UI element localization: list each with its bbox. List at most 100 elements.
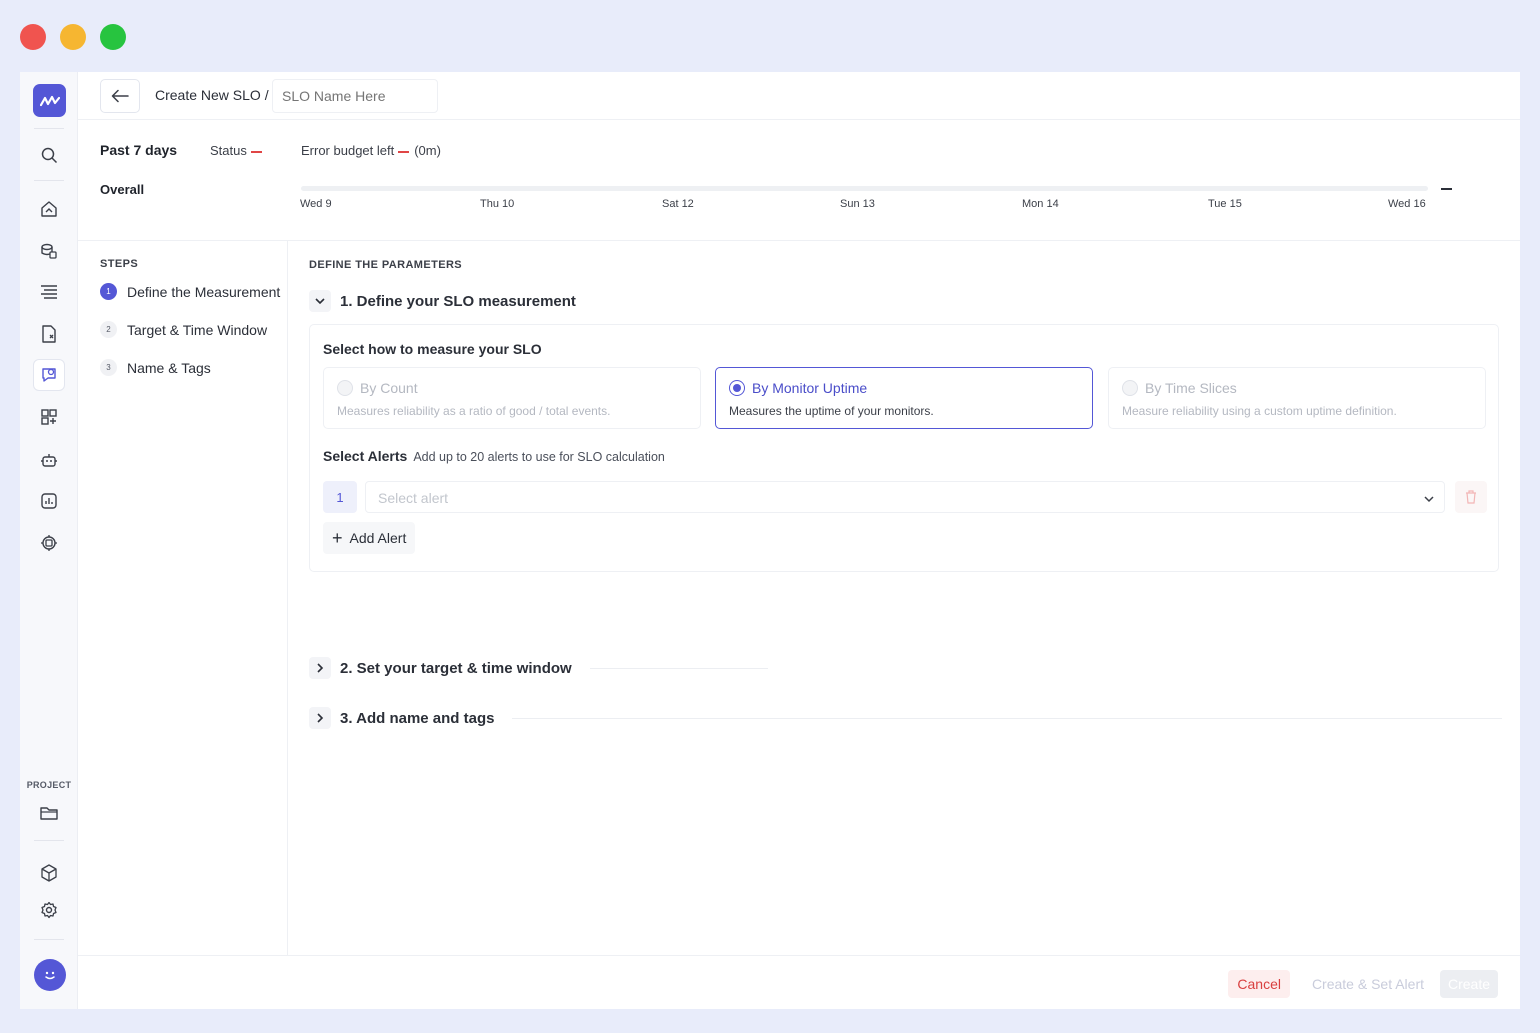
section-label: 1. Define your SLO measurement	[340, 292, 576, 310]
close-window-button[interactable]	[20, 24, 46, 50]
step-number: 2	[100, 321, 117, 338]
step-label: Target & Time Window	[127, 321, 268, 338]
timeline-tick: Wed 9	[300, 198, 332, 210]
status-dash	[250, 150, 262, 153]
option-by-monitor-uptime[interactable]: By Monitor Uptime Measures the uptime of…	[715, 367, 1093, 429]
list-icon[interactable]	[33, 276, 65, 308]
alert-select[interactable]: Select alert	[365, 481, 1445, 513]
slo-icon[interactable]	[33, 359, 65, 391]
section-header-measurement[interactable]: 1. Define your SLO measurement	[309, 290, 1499, 312]
back-button[interactable]	[100, 79, 140, 113]
dashboard-add-icon[interactable]	[33, 401, 65, 433]
icon-sidebar: PROJECT	[20, 72, 78, 1009]
database-icon[interactable]	[33, 235, 65, 267]
section-header-target[interactable]: 2. Set your target & time window	[309, 657, 768, 679]
add-alert-button[interactable]: + Add Alert	[323, 522, 416, 554]
step-item[interactable]: 2 Target & Time Window	[100, 321, 267, 338]
home-icon[interactable]	[33, 193, 65, 225]
alert-select-placeholder: Select alert	[378, 490, 449, 506]
error-budget-dash	[398, 150, 410, 153]
create-button[interactable]: Create	[1440, 970, 1498, 998]
steps-panel: STEPS 1 Define the Measurement 2 Target …	[78, 241, 288, 955]
alerts-label: Select Alerts Add up to 20 alerts to use …	[323, 448, 665, 464]
arrow-left-icon	[111, 89, 129, 103]
analytics-icon[interactable]	[33, 485, 65, 517]
measurement-panel: Select how to measure your SLO By Count …	[309, 324, 1499, 572]
step-number: 1	[100, 283, 117, 300]
section-header-name-tags[interactable]: 3. Add name and tags	[309, 707, 1503, 729]
maximize-window-button[interactable]	[100, 24, 126, 50]
error-budget-value: (0m)	[414, 143, 441, 158]
alerts-title: Select Alerts	[323, 448, 408, 464]
steps-title: STEPS	[100, 258, 139, 270]
option-title: By Count	[360, 380, 418, 396]
step-item[interactable]: 1 Define the Measurement	[100, 283, 280, 300]
option-by-time-slices[interactable]: By Time Slices Measure reliability using…	[1108, 367, 1486, 429]
error-budget-label: Error budget left	[301, 143, 395, 158]
radio-button[interactable]	[337, 380, 353, 396]
option-by-count[interactable]: By Count Measures reliability as a ratio…	[323, 367, 701, 429]
delete-alert-button[interactable]	[1455, 481, 1487, 513]
chevron-down-icon[interactable]	[309, 290, 331, 312]
timeline-tick: Mon 14	[1022, 198, 1059, 210]
time-range-label: Past 7 days	[100, 142, 178, 158]
robot-icon[interactable]	[33, 444, 65, 476]
cancel-button[interactable]: Cancel	[1228, 970, 1290, 998]
option-title: By Time Slices	[1145, 380, 1237, 396]
measure-title: Select how to measure your SLO	[323, 341, 542, 357]
slo-name-input[interactable]	[272, 79, 438, 113]
logo-icon[interactable]	[33, 84, 66, 117]
option-description: Measures reliability as a ratio of good …	[337, 404, 611, 418]
timeline-tick: Wed 16	[1388, 198, 1426, 210]
add-alert-label: Add Alert	[349, 530, 407, 546]
timeline-bar	[301, 186, 1428, 191]
chevron-right-icon[interactable]	[309, 657, 331, 679]
step-number: 3	[100, 359, 117, 376]
cube-icon[interactable]	[33, 857, 65, 889]
option-title: By Monitor Uptime	[752, 380, 868, 396]
main-content: DEFINE THE PARAMETERS 1. Define your SLO…	[288, 241, 1520, 955]
rail-divider	[34, 939, 64, 940]
chevron-right-icon[interactable]	[309, 707, 331, 729]
status-indicator: Status	[210, 143, 267, 158]
create-and-set-alert-button[interactable]: Create & Set Alert	[1306, 970, 1430, 998]
plus-icon: +	[332, 528, 343, 548]
trash-icon	[1466, 490, 1476, 504]
rail-divider	[34, 840, 64, 841]
alert-index: 1	[323, 481, 357, 513]
folder-icon[interactable]	[33, 797, 65, 829]
timeline-end-marker	[1441, 188, 1452, 190]
gear-icon[interactable]	[33, 894, 65, 926]
step-label: Define the Measurement	[127, 283, 281, 300]
status-label: Status	[210, 143, 247, 158]
option-description: Measure reliability using a custom uptim…	[1122, 404, 1397, 418]
overall-label: Overall	[100, 182, 145, 197]
section-title: DEFINE THE PARAMETERS	[309, 259, 463, 271]
step-label: Name & Tags	[127, 359, 211, 376]
avatar[interactable]	[34, 959, 66, 991]
chevron-down-icon	[1424, 490, 1434, 506]
rail-divider	[34, 180, 64, 181]
timeline-tick: Thu 10	[480, 198, 515, 210]
minimize-window-button[interactable]	[60, 24, 86, 50]
section-divider	[589, 667, 768, 669]
rail-divider	[34, 128, 64, 129]
breadcrumb: Create New SLO /	[155, 87, 269, 103]
chip-icon[interactable]	[33, 527, 65, 559]
timeline-tick: Tue 15	[1208, 198, 1242, 210]
search-icon[interactable]	[33, 139, 65, 171]
report-icon[interactable]	[33, 318, 65, 350]
timeline-tick: Sat 12	[662, 198, 694, 210]
step-item[interactable]: 3 Name & Tags	[100, 359, 211, 376]
timeline-tick: Sun 13	[840, 198, 875, 210]
alerts-hint: Add up to 20 alerts to use for SLO calcu…	[413, 450, 665, 464]
section-divider	[512, 717, 1503, 719]
footer: Cancel Create & Set Alert Create	[78, 955, 1520, 1009]
project-label: PROJECT	[26, 780, 72, 790]
radio-button-selected[interactable]	[729, 380, 745, 396]
header: Create New SLO /	[78, 72, 1520, 120]
section-label: 3. Add name and tags	[340, 709, 495, 727]
slo-summary: Past 7 days Status Error budget left (0m)…	[78, 120, 1520, 241]
radio-button[interactable]	[1122, 380, 1138, 396]
option-description: Measures the uptime of your monitors.	[729, 404, 934, 418]
